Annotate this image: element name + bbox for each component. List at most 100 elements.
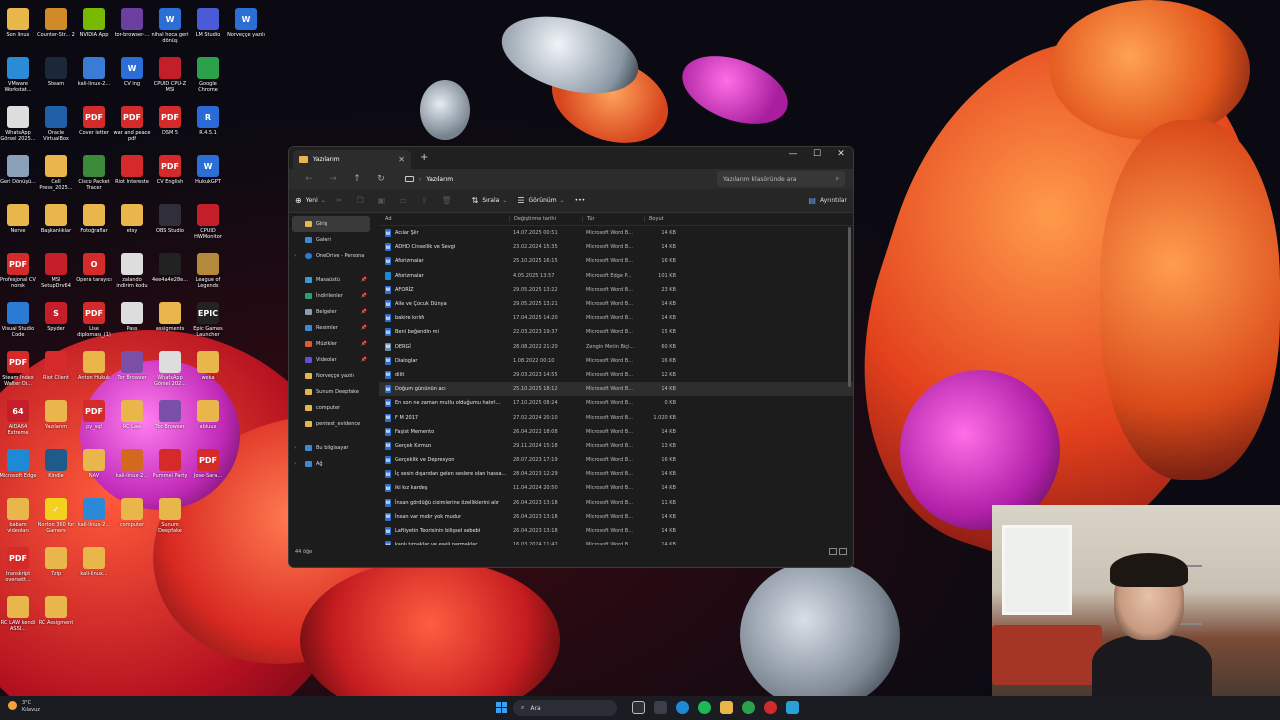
desktop-icon[interactable]: Başkanlıklar bbox=[37, 204, 75, 234]
nav-item-music[interactable]: Müzikler 📌 bbox=[289, 336, 373, 352]
desktop-icon[interactable]: WhatsApp Görsel 202... bbox=[151, 351, 189, 387]
share-button[interactable]: ⇪ bbox=[421, 196, 432, 205]
desktop-icon[interactable]: Nerve bbox=[0, 204, 37, 234]
up-icon[interactable]: ↑ bbox=[345, 174, 369, 184]
chevron-right-icon[interactable]: › bbox=[294, 253, 296, 259]
desktop-icon[interactable]: Microsoft Edge bbox=[0, 449, 37, 479]
table-row[interactable]: Wdilit 29.03.2023 14:55 Microsoft Word B..… bbox=[379, 368, 853, 382]
desktop-icon[interactable]: PDF transkript oversett... bbox=[0, 547, 37, 583]
desktop-icon[interactable]: O Opera tarayıcı bbox=[75, 253, 113, 283]
desktop-icon[interactable]: Google Chrome bbox=[189, 57, 227, 93]
details-view-icon[interactable] bbox=[829, 548, 837, 555]
refresh-icon[interactable]: ↻ bbox=[369, 174, 393, 184]
address-field[interactable]: › Yazılarım bbox=[401, 171, 711, 187]
desktop-icon[interactable]: assigments bbox=[151, 302, 189, 332]
desktop-icon[interactable]: kali-linux-2... bbox=[75, 498, 113, 528]
column-header-date[interactable]: Değiştirme tarihi bbox=[509, 216, 582, 222]
new-button[interactable]: ⊕ Yeni ⌄ bbox=[295, 196, 326, 205]
minimize-button[interactable]: — bbox=[781, 147, 805, 169]
edge-icon[interactable] bbox=[676, 701, 689, 714]
scrollbar[interactable] bbox=[848, 227, 851, 387]
nav-item-pictures[interactable]: Resimler 📌 bbox=[289, 320, 373, 336]
desktop-icon[interactable]: Riot Client bbox=[37, 351, 75, 381]
maximize-button[interactable]: ☐ bbox=[805, 147, 829, 169]
desktop-icon[interactable]: PDF Cover letter bbox=[75, 106, 113, 136]
tiles-view-icon[interactable] bbox=[839, 548, 847, 555]
table-row[interactable]: W Gerçek Kırmızı 29.11.2024 15:18 Microsoft… bbox=[379, 439, 853, 453]
desktop-icon[interactable]: W Norveççe yazılı bbox=[227, 8, 265, 38]
column-header-type[interactable]: Tür bbox=[582, 216, 644, 222]
forward-icon[interactable]: → bbox=[321, 174, 345, 184]
nav-item-pentest[interactable]: pentest_evidence bbox=[289, 416, 373, 432]
back-icon[interactable]: ← bbox=[297, 174, 321, 184]
desktop-icon[interactable]: zalando indirim kodu bbox=[113, 253, 151, 289]
table-row[interactable]: W Gerçeklik ve Depresyon 28.07.2023 17:19 M… bbox=[379, 453, 853, 467]
desktop-icon[interactable]: PDF Profesjonal CV norsk bbox=[0, 253, 37, 289]
desktop-icon[interactable]: NVIDIA App bbox=[75, 8, 113, 38]
desktop-icon[interactable]: kali-linux-2... bbox=[75, 57, 113, 87]
desktop-icon[interactable]: RC Law bbox=[113, 400, 151, 430]
nav-item-documents[interactable]: Belgeler 📌 bbox=[289, 304, 373, 320]
table-row[interactable]: W DERGİ 28.08.2022 21:20 Zengin Metin Biçi.… bbox=[379, 340, 853, 354]
table-row[interactable]: W AFORİZ 29.05.2025 13:22 Microsoft Word B.… bbox=[379, 283, 853, 297]
table-row[interactable]: W Acılar Şiir 14.07.2025 00:51 Microsoft Wo… bbox=[379, 226, 853, 240]
column-header-size[interactable]: Boyut bbox=[644, 216, 684, 222]
table-row[interactable]: W İç sesin dışarıdan gelen seslere olan h… bbox=[379, 467, 853, 481]
chevron-right-icon[interactable]: › bbox=[294, 445, 296, 451]
table-row[interactable]: W İnsan gördüğü cisimlerine özelliklerini… bbox=[379, 496, 853, 510]
table-row[interactable]: W En son ne zaman mutlu olduğumu hatırl..… bbox=[379, 396, 853, 410]
start-button[interactable] bbox=[496, 702, 507, 713]
desktop-icon[interactable]: Pummel Party bbox=[151, 449, 189, 479]
nav-item-network[interactable]: › Ağ bbox=[289, 456, 373, 472]
desktop-icon[interactable]: Tor Browser bbox=[113, 351, 151, 381]
desktop-icon[interactable]: Anton Hukuk bbox=[75, 351, 113, 381]
desktop-icon[interactable]: CPUID CPU-Z MSI bbox=[151, 57, 189, 93]
desktop-icon[interactable]: RC Assigment bbox=[37, 596, 75, 626]
desktop-icon[interactable]: W CV ing bbox=[113, 57, 151, 87]
taskbar-search[interactable]: ⌕ Ara bbox=[513, 700, 617, 716]
desktop-icon[interactable]: 64 AIDA64 Extreme bbox=[0, 400, 37, 436]
copy-button[interactable]: ❐ bbox=[356, 196, 367, 205]
close-tab-icon[interactable]: ✕ bbox=[398, 155, 405, 164]
desktop-icon[interactable]: Cisco Packet Tracer bbox=[75, 155, 113, 191]
desktop-icon[interactable]: WhatsApp Görsel 2025... bbox=[0, 106, 37, 142]
table-row[interactable]: W Doğum gününün acı 25.10.2025 18:12 Micros… bbox=[379, 382, 853, 397]
desktop-icon[interactable]: Steam bbox=[37, 57, 75, 87]
desktop-icon[interactable]: Counter-Str... 2 bbox=[37, 8, 75, 38]
desktop-icon[interactable]: PDF py_sql bbox=[75, 400, 113, 430]
desktop-icon[interactable]: babam videoları bbox=[0, 498, 37, 534]
desktop-icon[interactable]: Riot Intereste bbox=[113, 155, 151, 185]
desktop-icon[interactable]: Geri Dönüşü... bbox=[0, 155, 37, 185]
breadcrumb-yazilarim[interactable]: Yazılarım bbox=[426, 176, 453, 183]
nav-item-norvecce[interactable]: Norveççe yazılı bbox=[289, 368, 373, 384]
desktop-icon[interactable]: etsy bbox=[113, 204, 151, 234]
desktop-icon[interactable]: VMware Workstat... bbox=[0, 57, 37, 93]
table-row[interactable]: W Dialoglar 1.08.2022 00:10 Microsoft Word … bbox=[379, 354, 853, 368]
nav-item-this-pc[interactable]: › Bu bilgisayar bbox=[289, 440, 373, 456]
opera-icon[interactable] bbox=[764, 701, 777, 714]
desktop-icon[interactable]: Sunum Deepfake bbox=[151, 498, 189, 534]
table-row[interactable]: W ADHD Cinsellik ve Sevgi 23.02.2024 15:35… bbox=[379, 240, 853, 254]
search-input[interactable]: Yazılarım klasöründe ara ⌕ bbox=[717, 171, 845, 187]
desktop-icon[interactable]: PDF CV English bbox=[151, 155, 189, 185]
desktop-icon[interactable]: PDF DSM 5 bbox=[151, 106, 189, 136]
nav-item-desktop[interactable]: Masaüstü 📌 bbox=[289, 272, 373, 288]
desktop-icon[interactable]: CPUID HWMonitor bbox=[189, 204, 227, 240]
desktop-icon[interactable]: Pass bbox=[113, 302, 151, 332]
desktop-icon[interactable]: PDF Lise diploması_(1) bbox=[75, 302, 113, 338]
nav-item-onedrive[interactable]: › OneDrive - Persona bbox=[289, 248, 373, 264]
desktop-icon[interactable]: Fotoğraflar bbox=[75, 204, 113, 234]
desktop-icon[interactable]: kali-linux-2... bbox=[113, 449, 151, 479]
desktop-icon[interactable]: abluux bbox=[189, 400, 227, 430]
file-explorer-icon[interactable] bbox=[720, 701, 733, 714]
details-button[interactable]: ▤ Ayrıntılar bbox=[808, 196, 847, 205]
desktop-icon[interactable]: MSI SetupDrv64 bbox=[37, 253, 75, 289]
desktop-icon[interactable]: PDF Jose-Sara... bbox=[189, 449, 227, 479]
desktop-icon[interactable]: Son linux bbox=[0, 8, 37, 38]
chevron-right-icon[interactable]: › bbox=[294, 461, 296, 467]
desktop-icon[interactable]: LM Studio bbox=[189, 8, 227, 38]
tab-yazilarim[interactable]: Yazılarım ✕ bbox=[293, 150, 411, 169]
desktop-icon[interactable]: 7zip bbox=[37, 547, 75, 577]
widgets-icon[interactable] bbox=[654, 701, 667, 714]
desktop-icon[interactable]: tor-browser-... bbox=[113, 8, 151, 38]
